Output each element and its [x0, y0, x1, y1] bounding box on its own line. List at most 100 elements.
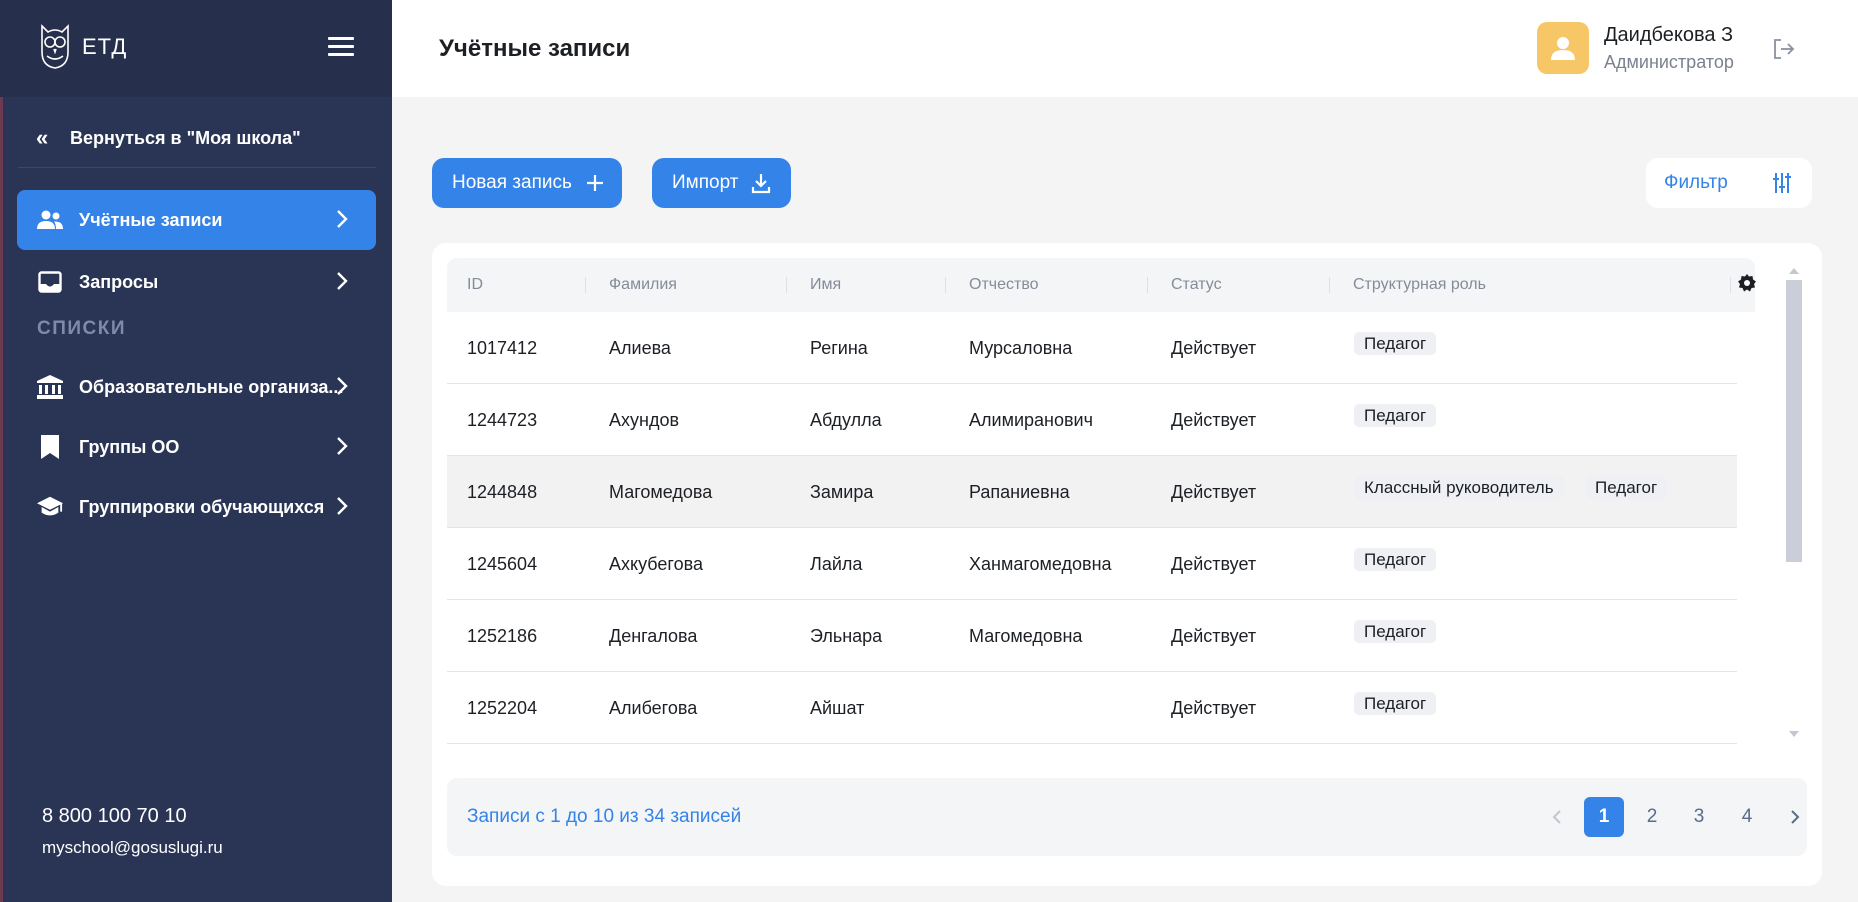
cell-middle-name: Алимиранович	[969, 410, 1093, 430]
gear-icon[interactable]	[1737, 273, 1757, 293]
cell-middle-name: Магомедовна	[969, 626, 1083, 646]
table-header: ID Фамилия Имя Отчество Статус Структурн…	[447, 258, 1755, 312]
role-tag: Классный руководитель	[1354, 476, 1564, 499]
cell-last-name: Ахкубегова	[609, 554, 703, 574]
page-button-3[interactable]: 3	[1679, 797, 1719, 837]
cell-status: Действует	[1171, 698, 1257, 718]
role-tag: Педагог	[1585, 476, 1668, 499]
cell-middle-name: Рапаниевна	[969, 482, 1070, 502]
cell-first-name: Эльнара	[810, 626, 883, 646]
cell-last-name: Ахундов	[609, 410, 680, 430]
role-tag: Педагог	[1354, 548, 1437, 571]
vertical-scrollbar[interactable]	[1786, 268, 1802, 738]
table-body: 1017412 Алиева Регина Мурсаловна Действу…	[447, 312, 1737, 744]
role-tag: Педагог	[1354, 332, 1437, 355]
cell-status: Действует	[1171, 482, 1257, 502]
sidebar-item-accounts[interactable]: Учётные записи	[17, 190, 376, 250]
accounts-table-card: ID Фамилия Имя Отчество Статус Структурн…	[432, 243, 1822, 886]
column-header-status[interactable]: Статус	[1171, 258, 1222, 312]
support-email[interactable]: myschool@gosuslugi.ru	[42, 838, 223, 858]
import-button[interactable]: Импорт	[652, 158, 791, 208]
cell-last-name: Алиева	[609, 338, 671, 358]
owl-logo-icon	[41, 24, 69, 69]
sidebar-item-student-groupings[interactable]: Группировки обучающихся	[17, 477, 376, 537]
page-title: Учётные записи	[439, 35, 631, 62]
table-row[interactable]: 1245604 Ахкубегова Лайла Ханмагомедовна …	[447, 528, 1737, 600]
column-header-structural-role[interactable]: Структурная роль	[1353, 258, 1486, 312]
filter-button[interactable]: Фильтр	[1646, 158, 1812, 208]
column-separator[interactable]	[945, 277, 946, 293]
column-separator[interactable]	[585, 277, 586, 293]
records-summary: Записи с 1 до 10 из 34 записей	[467, 806, 742, 827]
cell-id: 1245604	[467, 554, 538, 574]
logo-text: ЕТД	[82, 34, 128, 59]
sidebar-item-label: Запросы	[79, 271, 159, 292]
sidebar-divider	[18, 167, 376, 168]
page-button-1[interactable]: 1	[1584, 797, 1624, 837]
table-row[interactable]: 1252186 Денгалова Эльнара Магомедовна Де…	[447, 600, 1737, 672]
cell-id: 1244723	[467, 410, 538, 430]
next-page-chevron-right-icon[interactable]	[1775, 797, 1815, 837]
scroll-down-arrow-icon[interactable]	[1789, 731, 1799, 737]
column-header-first-name[interactable]: Имя	[810, 258, 841, 312]
cell-last-name: Денгалова	[609, 626, 698, 646]
table-footer: Записи с 1 до 10 из 34 записей 1 2 3 4	[447, 778, 1807, 856]
cell-first-name: Айшат	[810, 698, 865, 718]
download-icon	[752, 174, 771, 194]
avatar[interactable]	[1537, 22, 1589, 74]
user-role: Администратор	[1604, 52, 1734, 72]
cell-first-name: Регина	[810, 338, 868, 358]
table-row[interactable]: 1017412 Алиева Регина Мурсаловна Действу…	[447, 312, 1737, 384]
cell-middle-name: Ханмагомедовна	[969, 554, 1112, 574]
sidebar-item-label: Группировки обучающихся	[79, 496, 325, 517]
user-name: Даидбекова З	[1604, 24, 1734, 46]
cell-middle-name: Мурсаловна	[969, 338, 1073, 358]
page-button-2[interactable]: 2	[1632, 797, 1672, 837]
filter-label: Фильтр	[1664, 172, 1728, 193]
scrollbar-thumb[interactable]	[1786, 280, 1802, 562]
sidebar-item-label: Группы ОО	[79, 436, 180, 457]
logout-icon[interactable]	[1772, 38, 1796, 60]
cell-status: Действует	[1171, 410, 1257, 430]
cell-id: 1244848	[467, 482, 538, 502]
sidebar-item-label: Образовательные организа...	[79, 376, 344, 397]
cell-first-name: Замира	[810, 482, 874, 502]
user-icon	[1551, 37, 1575, 60]
section-title-lists: СПИСКИ	[37, 318, 127, 339]
brand-bar: ЕТД	[0, 0, 392, 97]
page-button-4[interactable]: 4	[1727, 797, 1767, 837]
column-header-last-name[interactable]: Фамилия	[609, 258, 677, 312]
column-header-id[interactable]: ID	[467, 258, 483, 312]
column-header-middle-name[interactable]: Отчество	[969, 258, 1039, 312]
prev-page-chevron-left-icon[interactable]	[1537, 797, 1577, 837]
sidebar-item-groups[interactable]: Группы ОО	[17, 417, 376, 477]
sidebar-item-requests[interactable]: Запросы	[17, 252, 376, 312]
table-row[interactable]: 1244723 Ахундов Абдулла Алимиранович Дей…	[447, 384, 1737, 456]
new-record-label: Новая запись	[452, 172, 572, 193]
sidebar-item-organizations[interactable]: Образовательные организа...	[17, 357, 376, 417]
inbox-icon	[37, 270, 63, 294]
cell-last-name: Магомедова	[609, 482, 713, 502]
cell-id: 1252204	[467, 698, 538, 718]
column-separator[interactable]	[1147, 277, 1148, 293]
scroll-up-arrow-icon[interactable]	[1789, 268, 1799, 274]
chevron-right-icon	[337, 497, 348, 515]
role-tag: Педагог	[1354, 692, 1437, 715]
back-label: Вернуться в "Моя школа"	[70, 127, 301, 148]
cell-id: 1252186	[467, 626, 538, 646]
back-to-my-school-link[interactable]: « Вернуться в "Моя школа"	[36, 118, 301, 158]
column-separator[interactable]	[1730, 277, 1731, 293]
users-icon	[37, 208, 63, 232]
table-row[interactable]: 1252204 Алибегова Айшат Действует Педаго…	[447, 672, 1737, 744]
column-separator[interactable]	[1329, 277, 1330, 293]
table-row[interactable]: 1244848 Магомедова Замира Рапаниевна Дей…	[447, 456, 1737, 528]
new-record-button[interactable]: Новая запись	[432, 158, 622, 208]
sliders-icon	[1773, 173, 1791, 193]
import-label: Импорт	[672, 172, 739, 193]
chevron-right-icon	[337, 210, 348, 228]
hamburger-menu-icon[interactable]	[328, 37, 354, 57]
role-tag: Педагог	[1354, 620, 1437, 643]
cell-last-name: Алибегова	[609, 698, 698, 718]
chevron-right-icon	[337, 272, 348, 290]
column-separator[interactable]	[786, 277, 787, 293]
